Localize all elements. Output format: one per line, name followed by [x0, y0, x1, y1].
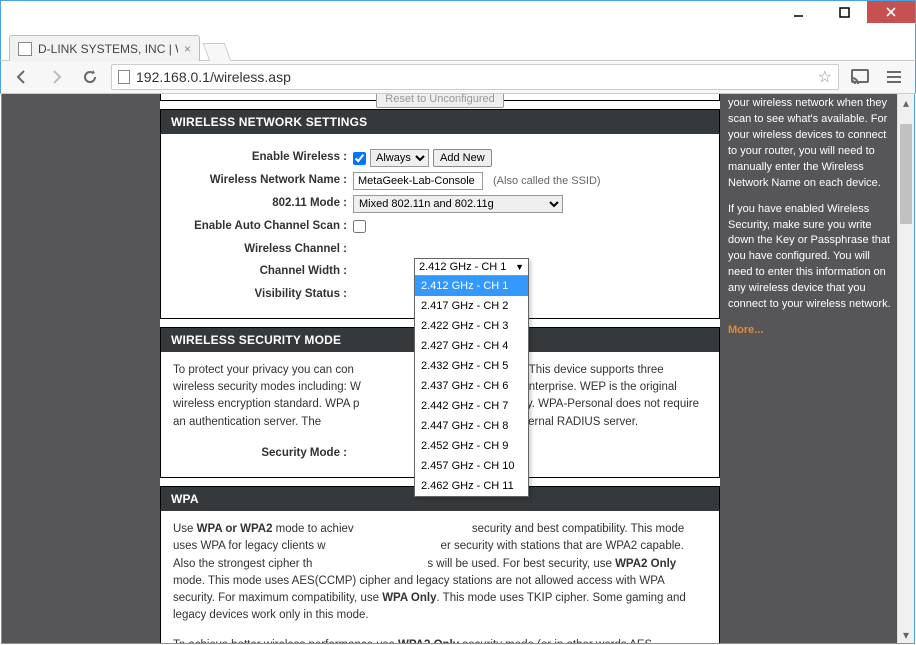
- channel-option[interactable]: 2.412 GHz - CH 1: [415, 276, 528, 296]
- window-minimize-button[interactable]: [775, 1, 821, 23]
- address-bar[interactable]: ☆: [111, 64, 839, 90]
- bookmark-star-icon[interactable]: ☆: [818, 67, 832, 87]
- channel-option[interactable]: 2.452 GHz - CH 9: [415, 436, 528, 456]
- channel-option[interactable]: 2.442 GHz - CH 7: [415, 396, 528, 416]
- chevron-down-icon: ▼: [515, 262, 524, 272]
- menu-button[interactable]: [881, 64, 907, 90]
- more-link[interactable]: More...: [728, 324, 763, 336]
- reload-button[interactable]: [77, 64, 103, 90]
- wpa-description-1: Use WPA or WPA2 mode to achiev security …: [173, 521, 707, 625]
- channel-option[interactable]: 2.432 GHz - CH 5: [415, 356, 528, 376]
- tab-close-icon[interactable]: ×: [184, 42, 191, 56]
- window-close-button[interactable]: [867, 1, 915, 23]
- channel-option[interactable]: 2.447 GHz - CH 8: [415, 416, 528, 436]
- auto-scan-label: Enable Auto Channel Scan :: [173, 218, 353, 235]
- help-text-1: wireless clients will be able to see you…: [728, 94, 893, 192]
- reset-unconfigured-button[interactable]: Reset to Unconfigured: [376, 94, 503, 108]
- ssid-label: Wireless Network Name :: [173, 172, 353, 189]
- channel-label: Wireless Channel :: [173, 241, 353, 258]
- help-sidebar: wireless clients will be able to see you…: [728, 94, 893, 349]
- url-input[interactable]: [136, 69, 812, 85]
- vertical-scrollbar[interactable]: ▴ ▾: [897, 94, 914, 643]
- back-button[interactable]: [9, 64, 35, 90]
- channel-option[interactable]: 2.462 GHz - CH 11: [415, 476, 528, 496]
- visibility-label: Visibility Status :: [173, 286, 353, 303]
- enable-wireless-label: Enable Wireless :: [173, 149, 353, 166]
- channel-option[interactable]: 2.437 GHz - CH 6: [415, 376, 528, 396]
- schedule-select[interactable]: Always: [370, 149, 429, 167]
- enable-wireless-checkbox[interactable]: [353, 152, 366, 165]
- mode-label: 802.11 Mode :: [173, 195, 353, 212]
- cast-icon[interactable]: [847, 64, 873, 90]
- security-mode-label: Security Mode :: [173, 445, 353, 462]
- wpa-panel: WPA Use WPA or WPA2 mode to achiev secur…: [160, 486, 720, 644]
- mode-select[interactable]: Mixed 802.11n and 802.11g: [353, 195, 563, 213]
- browser-tab[interactable]: D-LINK SYSTEMS, INC | W ×: [9, 35, 200, 61]
- tab-favicon: [18, 42, 32, 56]
- browser-tabstrip: D-LINK SYSTEMS, INC | W ×: [0, 28, 916, 60]
- help-text-2: If you have enabled Wireless Security, m…: [728, 202, 893, 314]
- new-tab-button[interactable]: [203, 43, 232, 61]
- channel-option[interactable]: 2.417 GHz - CH 2: [415, 296, 528, 316]
- scroll-thumb[interactable]: [900, 124, 912, 224]
- auto-scan-checkbox[interactable]: [353, 220, 366, 233]
- forward-button[interactable]: [43, 64, 69, 90]
- scroll-up-arrow[interactable]: ▴: [898, 94, 914, 111]
- window-titlebar: [0, 0, 916, 28]
- dropdown-selected[interactable]: 2.412 GHz - CH 1 ▼: [415, 259, 528, 276]
- window-maximize-button[interactable]: [821, 1, 867, 23]
- channel-option[interactable]: 2.457 GHz - CH 10: [415, 456, 528, 476]
- add-new-button[interactable]: Add New: [433, 149, 492, 167]
- ssid-note: (Also called the SSID): [493, 173, 601, 190]
- panel-header: WIRELESS NETWORK SETTINGS: [161, 110, 719, 134]
- browser-toolbar: ☆: [0, 60, 916, 94]
- ssid-input[interactable]: [353, 172, 483, 190]
- channel-option[interactable]: 2.422 GHz - CH 3: [415, 316, 528, 336]
- tab-title: D-LINK SYSTEMS, INC | W: [38, 42, 178, 56]
- channel-option[interactable]: 2.427 GHz - CH 4: [415, 336, 528, 356]
- page-icon: [118, 70, 130, 84]
- wireless-channel-dropdown[interactable]: 2.412 GHz - CH 1 ▼ 2.412 GHz - CH 12.417…: [414, 258, 529, 497]
- width-label: Channel Width :: [173, 263, 353, 280]
- page-viewport: Reset to Unconfigured WIRELESS NETWORK S…: [1, 94, 915, 644]
- scroll-down-arrow[interactable]: ▾: [898, 626, 914, 643]
- wpa-description-2: To achieve better wireless performance u…: [173, 637, 707, 645]
